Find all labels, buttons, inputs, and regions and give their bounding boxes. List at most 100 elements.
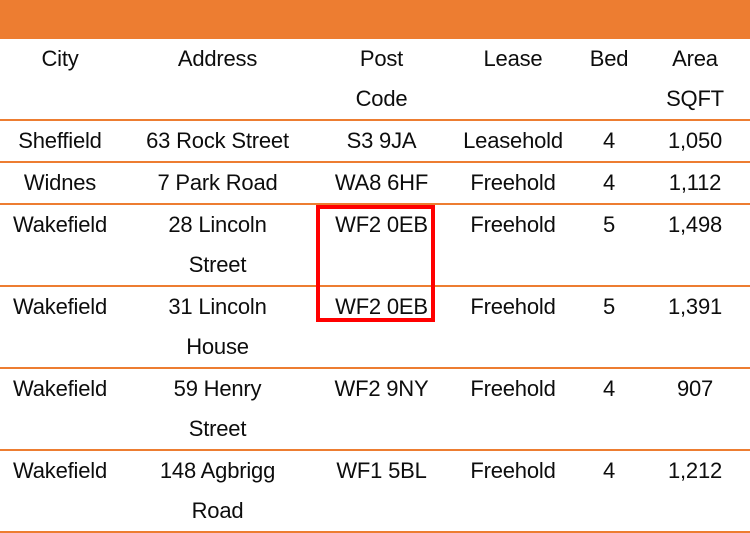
column-header-area: Area SQFT xyxy=(640,39,750,121)
cell-lease-text: Freehold xyxy=(470,294,556,319)
column-header-lease-line1: Lease xyxy=(483,46,543,71)
cell-address-line1: 148 Agbrigg xyxy=(159,458,276,483)
column-header-lease: Lease xyxy=(448,39,578,121)
cell-address: 28 Lincoln Street xyxy=(120,204,315,287)
cell-bed-text: 4 xyxy=(602,376,616,401)
cell-bed: 4 xyxy=(578,450,640,533)
cell-address: 59 Henry Street xyxy=(120,368,315,451)
cell-bed-text: 5 xyxy=(602,294,616,319)
cell-address: 31 Lincoln House xyxy=(120,286,315,369)
cell-lease: Freehold xyxy=(448,368,578,451)
cell-post-code-text: S3 9JA xyxy=(346,128,417,153)
cell-bed: 5 xyxy=(578,286,640,369)
cell-city: Wakefield xyxy=(0,368,120,451)
column-header-post-code: Post Code xyxy=(315,39,448,121)
column-header-post-code-line2: Code xyxy=(355,86,408,111)
cell-lease-text: Freehold xyxy=(470,212,556,237)
cell-post-code-text: WF2 0EB xyxy=(335,294,428,319)
cell-bed-text: 5 xyxy=(602,212,616,237)
cell-post-code-text: WF2 0EB xyxy=(335,212,428,237)
cell-address-line2: House xyxy=(186,334,249,359)
cell-area-text: 1,050 xyxy=(667,128,723,153)
cell-area-text: 1,498 xyxy=(667,212,723,237)
column-header-bed: Bed xyxy=(578,39,640,121)
cell-lease-text: Freehold xyxy=(470,376,556,401)
cell-area: 907 xyxy=(640,368,750,451)
cell-address-line1: 63 Rock Street xyxy=(146,128,289,153)
cell-post-code: WF2 0EB xyxy=(315,286,448,369)
cell-post-code: WF2 9NY xyxy=(315,368,448,451)
cell-address-line2: Street xyxy=(188,252,247,277)
cell-area-text: 907 xyxy=(676,376,714,401)
cell-lease: Freehold xyxy=(448,204,578,287)
property-listing-table: City Address Post Code Lease Bed Area SQ xyxy=(0,39,750,533)
column-header-area-line2: SQFT xyxy=(666,86,724,111)
cell-area-text: 1,391 xyxy=(667,294,723,319)
cell-area: 1,212 xyxy=(640,450,750,533)
column-header-area-line1: Area xyxy=(672,46,718,71)
cell-address-line1: 31 Lincoln xyxy=(168,294,267,319)
cell-bed: 4 xyxy=(578,368,640,451)
table-row: Wakefield 59 Henry Street WF2 9NY Freeho… xyxy=(0,368,750,451)
cell-lease-text: Leasehold xyxy=(463,128,563,153)
cell-bed-text: 4 xyxy=(602,170,616,195)
column-header-address: Address xyxy=(120,39,315,121)
column-header-post-code-line1: Post xyxy=(359,46,404,71)
column-header-address-line1: Address xyxy=(177,46,258,71)
cell-address-line1: 59 Henry xyxy=(173,376,262,401)
column-header-city: City xyxy=(0,39,120,121)
cell-address: 148 Agbrigg Road xyxy=(120,450,315,533)
cell-address: 63 Rock Street xyxy=(120,120,315,163)
cell-address-line1: 7 Park Road xyxy=(157,170,278,195)
cell-area: 1,391 xyxy=(640,286,750,369)
cell-city-text: Wakefield xyxy=(13,376,107,401)
cell-post-code-text: WF2 9NY xyxy=(334,376,429,401)
cell-area-text: 1,112 xyxy=(668,170,722,195)
cell-city-text: Wakefield xyxy=(13,294,107,319)
table-row: Wakefield 31 Lincoln House WF2 0EB Freeh… xyxy=(0,286,750,369)
cell-lease-text: Freehold xyxy=(470,170,556,195)
cell-address-line2: Street xyxy=(188,416,247,441)
cell-city: Wakefield xyxy=(0,286,120,369)
table-header-row: City Address Post Code Lease Bed Area SQ xyxy=(0,39,750,121)
cell-lease-text: Freehold xyxy=(470,458,556,483)
cell-bed-text: 4 xyxy=(602,128,616,153)
cell-bed: 4 xyxy=(578,162,640,205)
cell-post-code: S3 9JA xyxy=(315,120,448,163)
top-orange-banner xyxy=(0,0,750,39)
cell-city: Widnes xyxy=(0,162,120,205)
cell-city-text: Sheffield xyxy=(18,128,102,153)
cell-city: Wakefield xyxy=(0,204,120,287)
table-row: Wakefield 28 Lincoln Street WF2 0EB Free… xyxy=(0,204,750,287)
cell-city: Sheffield xyxy=(0,120,120,163)
column-header-bed-line1: Bed xyxy=(589,46,629,71)
table-row: Widnes 7 Park Road WA8 6HF Freehold 4 1,… xyxy=(0,162,750,205)
cell-lease: Freehold xyxy=(448,286,578,369)
table-row: Sheffield 63 Rock Street S3 9JA Leasehol… xyxy=(0,120,750,163)
cell-lease: Freehold xyxy=(448,450,578,533)
cell-area: 1,112 xyxy=(640,162,750,205)
cell-post-code: WA8 6HF xyxy=(315,162,448,205)
cell-post-code-text: WF1 5BL xyxy=(336,458,427,483)
cell-post-code: WF1 5BL xyxy=(315,450,448,533)
cell-area-text: 1,212 xyxy=(667,458,723,483)
cell-post-code-text: WA8 6HF xyxy=(334,170,429,195)
cell-city-text: Wakefield xyxy=(13,212,107,237)
cell-post-code: WF2 0EB xyxy=(315,204,448,287)
column-header-city-line1: City xyxy=(41,46,79,71)
cell-address: 7 Park Road xyxy=(120,162,315,205)
cell-address-line2: Road xyxy=(191,498,244,523)
cell-lease: Freehold xyxy=(448,162,578,205)
cell-city-text: Widnes xyxy=(23,170,97,195)
table-row: Wakefield 148 Agbrigg Road WF1 5BL Freeh… xyxy=(0,450,750,533)
cell-bed: 5 xyxy=(578,204,640,287)
slide-canvas: City Address Post Code Lease Bed Area SQ xyxy=(0,0,750,533)
cell-area: 1,498 xyxy=(640,204,750,287)
cell-lease: Leasehold xyxy=(448,120,578,163)
cell-area: 1,050 xyxy=(640,120,750,163)
cell-address-line1: 28 Lincoln xyxy=(168,212,267,237)
cell-city-text: Wakefield xyxy=(13,458,107,483)
cell-bed-text: 4 xyxy=(602,458,616,483)
cell-city: Wakefield xyxy=(0,450,120,533)
cell-bed: 4 xyxy=(578,120,640,163)
